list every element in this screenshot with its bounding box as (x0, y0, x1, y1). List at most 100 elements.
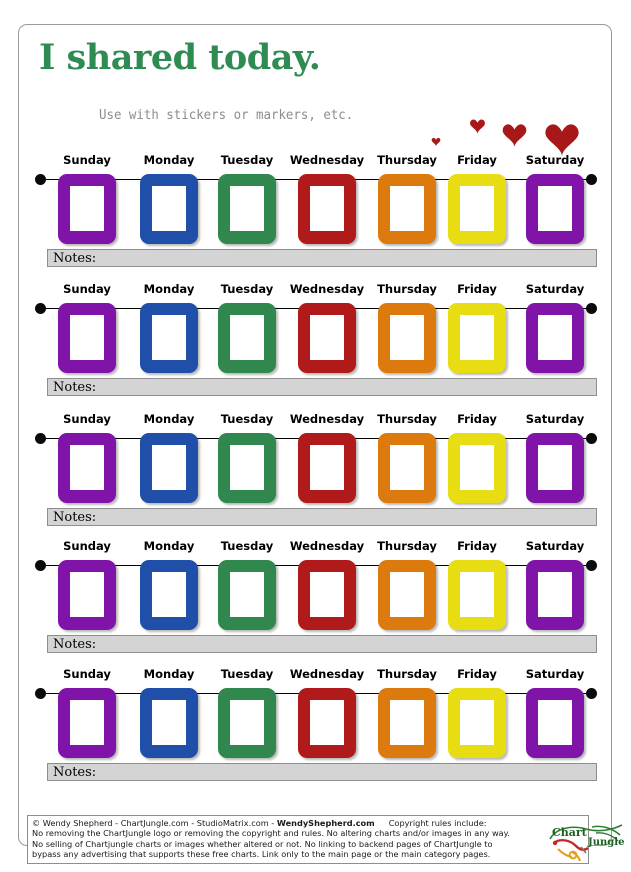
sticker-box-wednesday[interactable] (298, 433, 356, 503)
sticker-box-monday[interactable] (140, 688, 198, 758)
string-knob-left (35, 174, 46, 185)
sticker-box-friday[interactable] (448, 560, 506, 630)
day-label-monday: Monday (143, 282, 195, 296)
sticker-box-sunday[interactable] (58, 303, 116, 373)
notes-bar[interactable]: Notes: (47, 763, 597, 781)
sticker-box-tuesday[interactable] (218, 688, 276, 758)
week-row: Sunday Monday Tuesday Wednesday Thursday Frid… (27, 153, 605, 267)
sticker-box-tuesday[interactable] (218, 174, 276, 244)
string-knob-right (586, 433, 597, 444)
day-label-row: Sunday Monday Tuesday Wednesday Thursday Frid… (27, 667, 605, 684)
day-label-sunday: Sunday (63, 667, 111, 681)
sticker-box-wednesday[interactable] (298, 303, 356, 373)
string-knob-right (586, 688, 597, 699)
sticker-box-saturday[interactable] (526, 433, 584, 503)
string-knob-right (586, 560, 597, 571)
sticker-box-saturday[interactable] (526, 688, 584, 758)
day-label-monday: Monday (143, 412, 195, 426)
chart-sheet: I shared today. Use with stickers or mar… (18, 24, 624, 864)
heart-icon (431, 137, 441, 147)
footer-site-link[interactable]: WendyShepherd.com (277, 818, 375, 828)
week-row: Sunday Monday Tuesday Wednesday Thursday Frid… (27, 667, 605, 781)
sticker-box-thursday[interactable] (378, 688, 436, 758)
day-label-tuesday: Tuesday (220, 667, 274, 681)
sticker-box-sunday[interactable] (58, 433, 116, 503)
sticker-box-wednesday[interactable] (298, 688, 356, 758)
footer-line-4: bypass any advertising that supports the… (32, 849, 491, 860)
notes-bar[interactable]: Notes: (47, 635, 597, 653)
svg-text:Jungle: Jungle (587, 837, 624, 848)
sticker-box-tuesday[interactable] (218, 303, 276, 373)
notes-bar[interactable]: Notes: (47, 378, 597, 396)
sticker-box-thursday[interactable] (378, 174, 436, 244)
sticker-box-sunday[interactable] (58, 560, 116, 630)
svg-text:Chart: Chart (552, 826, 588, 839)
day-label-thursday: Thursday (377, 667, 437, 681)
day-label-wednesday: Wednesday (289, 153, 365, 167)
day-label-thursday: Thursday (377, 282, 437, 296)
notes-bar[interactable]: Notes: (47, 508, 597, 526)
string-knob-left (35, 433, 46, 444)
day-label-tuesday: Tuesday (220, 539, 274, 553)
sticker-box-friday[interactable] (448, 303, 506, 373)
sticker-box-thursday[interactable] (378, 303, 436, 373)
day-label-monday: Monday (143, 539, 195, 553)
sticker-box-friday[interactable] (448, 433, 506, 503)
sticker-box-tuesday[interactable] (218, 560, 276, 630)
notes-label: Notes: (53, 637, 97, 652)
notes-label: Notes: (53, 251, 97, 266)
sticker-card-row (27, 684, 605, 759)
sticker-box-monday[interactable] (140, 174, 198, 244)
chartjungle-logo[interactable]: Chart Jungle (546, 823, 626, 865)
sticker-box-thursday[interactable] (378, 560, 436, 630)
day-label-friday: Friday (457, 412, 497, 426)
day-label-saturday: Saturday (525, 282, 585, 296)
week-row: Sunday Monday Tuesday Wednesday Thursday Frid… (27, 539, 605, 653)
sticker-box-sunday[interactable] (58, 174, 116, 244)
string-knob-right (586, 174, 597, 185)
day-label-sunday: Sunday (63, 412, 111, 426)
footer-rules-intro: Copyright rules include: (388, 818, 487, 828)
hearts-decoration (431, 81, 601, 161)
day-label-sunday: Sunday (63, 282, 111, 296)
page-subtitle: Use with stickers or markers, etc. (99, 107, 354, 123)
notes-label: Notes: (53, 380, 97, 395)
sticker-box-monday[interactable] (140, 433, 198, 503)
sticker-box-wednesday[interactable] (298, 174, 356, 244)
day-label-monday: Monday (143, 153, 195, 167)
day-label-row: Sunday Monday Tuesday Wednesday Thursday Frid… (27, 282, 605, 299)
day-label-friday: Friday (457, 667, 497, 681)
day-label-thursday: Thursday (377, 539, 437, 553)
sticker-box-friday[interactable] (448, 174, 506, 244)
day-label-wednesday: Wednesday (289, 282, 365, 296)
day-label-sunday: Sunday (63, 539, 111, 553)
sticker-box-saturday[interactable] (526, 560, 584, 630)
sticker-card-row (27, 556, 605, 631)
copyright-footer: © Wendy Shepherd - ChartJungle.com - Stu… (27, 815, 589, 864)
day-label-thursday: Thursday (377, 153, 437, 167)
heart-icon (469, 118, 486, 135)
day-label-wednesday: Wednesday (289, 539, 365, 553)
sticker-box-monday[interactable] (140, 560, 198, 630)
sticker-card-row (27, 429, 605, 504)
sticker-box-wednesday[interactable] (298, 560, 356, 630)
notes-label: Notes: (53, 510, 97, 525)
sticker-box-saturday[interactable] (526, 174, 584, 244)
day-label-saturday: Saturday (525, 667, 585, 681)
footer-credits: © Wendy Shepherd - ChartJungle.com - Stu… (32, 818, 277, 828)
footer-line-2: No removing the ChartJungle logo or remo… (32, 828, 510, 839)
day-label-thursday: Thursday (377, 412, 437, 426)
day-label-saturday: Saturday (525, 153, 585, 167)
sticker-box-friday[interactable] (448, 688, 506, 758)
day-label-row: Sunday Monday Tuesday Wednesday Thursday Frid… (27, 539, 605, 556)
sticker-card-row (27, 299, 605, 374)
sticker-box-monday[interactable] (140, 303, 198, 373)
day-label-friday: Friday (457, 153, 497, 167)
notes-bar[interactable]: Notes: (47, 249, 597, 267)
string-knob-right (586, 303, 597, 314)
footer-line-3: No selling of Chartjungle charts or imag… (32, 838, 493, 849)
sticker-box-thursday[interactable] (378, 433, 436, 503)
sticker-box-saturday[interactable] (526, 303, 584, 373)
sticker-box-tuesday[interactable] (218, 433, 276, 503)
sticker-box-sunday[interactable] (58, 688, 116, 758)
